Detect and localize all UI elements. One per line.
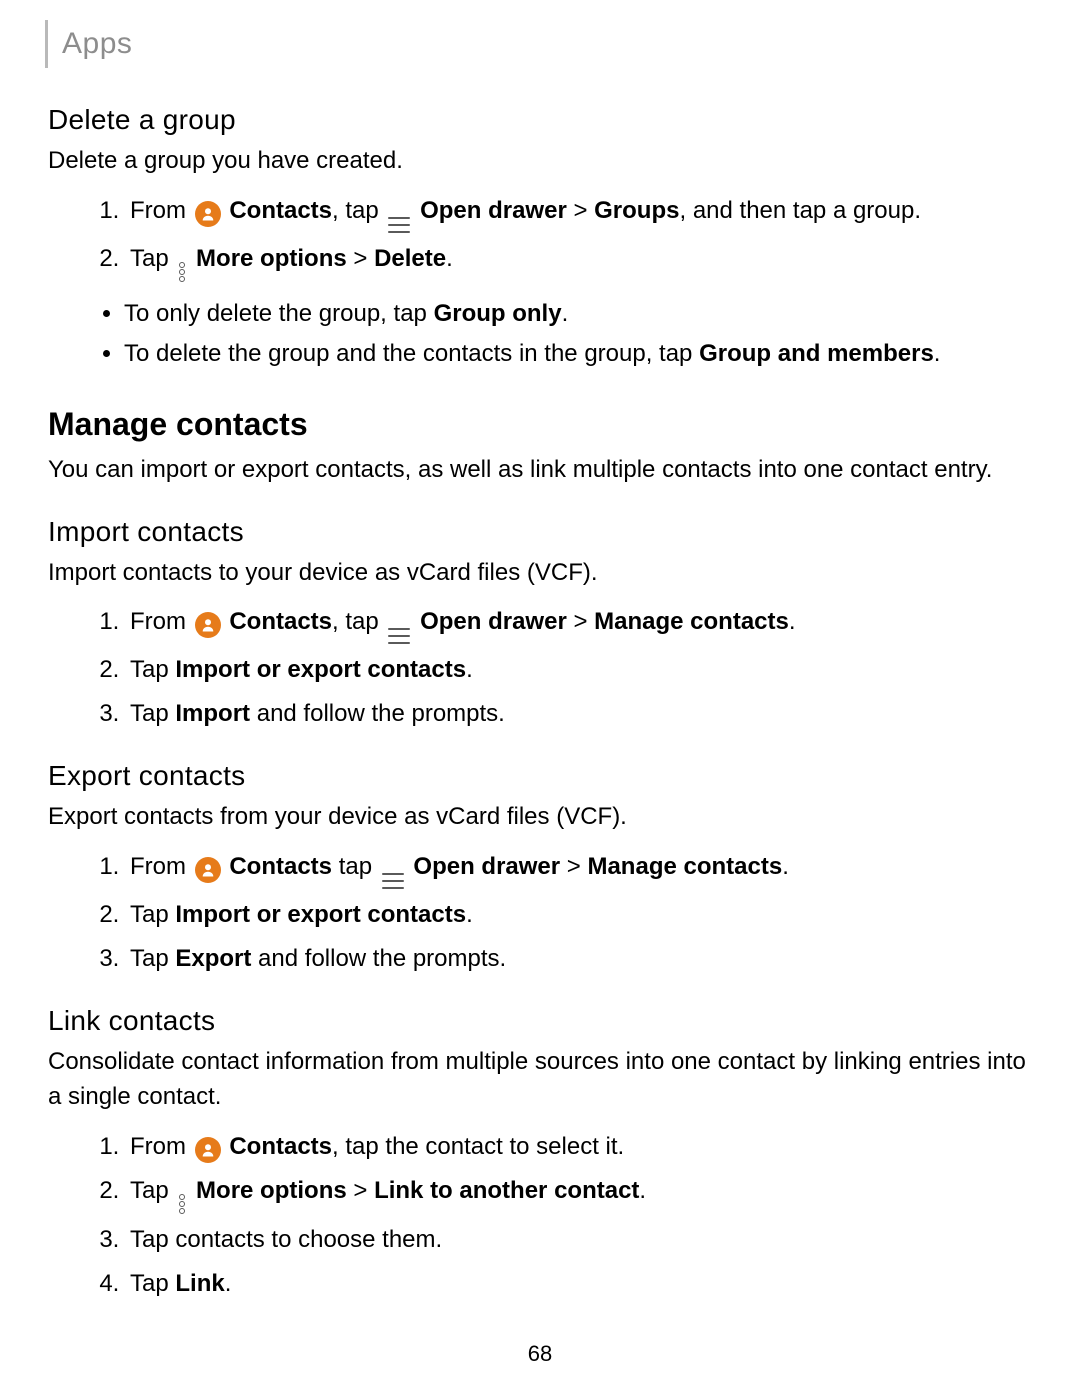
list-item: Tap contacts to choose them. xyxy=(126,1222,1032,1258)
text: From xyxy=(130,197,186,224)
chevron: > xyxy=(353,245,374,272)
text-bold: Import xyxy=(175,700,250,727)
text-bold: Contacts xyxy=(223,197,332,224)
text-bold: Contacts xyxy=(223,1133,332,1160)
list-item: To delete the group and the contacts in … xyxy=(124,336,1032,372)
heading-link-contacts: Link contacts xyxy=(48,1005,1032,1037)
text-bold: Group and members xyxy=(699,340,934,367)
text: . xyxy=(562,300,569,327)
text-bold: More options xyxy=(189,1177,346,1204)
contacts-icon xyxy=(195,612,221,638)
text: . xyxy=(466,901,473,928)
import-intro: Import contacts to your device as vCard … xyxy=(48,556,1032,591)
list-item: Tap Import or export contacts. xyxy=(126,897,1032,933)
text: . xyxy=(782,853,789,880)
text: and follow the prompts. xyxy=(251,945,506,972)
export-intro: Export contacts from your device as vCar… xyxy=(48,800,1032,835)
text-bold: Groups xyxy=(594,197,679,224)
text: From xyxy=(130,853,186,880)
text: Tap xyxy=(130,945,175,972)
text: Tap xyxy=(130,1270,175,1297)
text-bold: Link xyxy=(175,1270,224,1297)
text: To delete the group and the contacts in … xyxy=(124,340,699,367)
delete-group-steps: From Contacts, tap Open drawer > Groups,… xyxy=(48,193,1032,282)
link-intro: Consolidate contact information from mul… xyxy=(48,1045,1032,1115)
text: tap xyxy=(332,853,372,880)
text-bold: Export xyxy=(175,945,251,972)
more-options-icon xyxy=(178,1194,186,1214)
delete-group-bullets: To only delete the group, tap Group only… xyxy=(48,296,1032,372)
page-number: 68 xyxy=(0,1341,1080,1367)
import-steps: From Contacts, tap Open drawer > Manage … xyxy=(48,604,1032,732)
heading-import-contacts: Import contacts xyxy=(48,516,1032,548)
breadcrumb-bar xyxy=(45,20,48,68)
chevron: > xyxy=(573,608,594,635)
text: . xyxy=(225,1270,232,1297)
chevron: > xyxy=(567,853,588,880)
text: . xyxy=(639,1177,646,1204)
text: , and then tap a group. xyxy=(679,197,921,224)
breadcrumb: Apps xyxy=(62,27,132,61)
list-item: Tap More options > Link to another conta… xyxy=(126,1173,1032,1214)
text: , tap xyxy=(332,608,379,635)
text-bold: Open drawer xyxy=(407,853,560,880)
heading-delete-group: Delete a group xyxy=(48,104,1032,136)
hamburger-icon xyxy=(382,873,404,889)
heading-manage-contacts: Manage contacts xyxy=(48,406,1032,443)
text: . xyxy=(446,245,453,272)
text: Tap xyxy=(130,1177,169,1204)
contacts-icon xyxy=(195,201,221,227)
breadcrumb-wrap: Apps xyxy=(48,20,1032,68)
text: . xyxy=(789,608,796,635)
text: Tap xyxy=(130,656,175,683)
text-bold: More options xyxy=(189,245,346,272)
text: From xyxy=(130,608,186,635)
text: , tap the contact to select it. xyxy=(332,1133,624,1160)
text-bold: Open drawer xyxy=(413,197,566,224)
text-bold: Contacts xyxy=(223,853,332,880)
list-item: Tap More options > Delete. xyxy=(126,241,1032,282)
text-bold: Manage contacts xyxy=(594,608,789,635)
text: From xyxy=(130,1133,186,1160)
hamburger-icon xyxy=(388,628,410,644)
list-item: Tap Export and follow the prompts. xyxy=(126,941,1032,977)
list-item: From Contacts, tap the contact to select… xyxy=(126,1129,1032,1165)
text: Tap xyxy=(130,245,169,272)
delete-group-intro: Delete a group you have created. xyxy=(48,144,1032,179)
text-bold: Delete xyxy=(374,245,446,272)
list-item: Tap Link. xyxy=(126,1266,1032,1302)
text: To only delete the group, tap xyxy=(124,300,434,327)
text: . xyxy=(934,340,941,367)
list-item: From Contacts tap Open drawer > Manage c… xyxy=(126,849,1032,889)
more-options-icon xyxy=(178,262,186,282)
contacts-icon xyxy=(195,857,221,883)
manage-intro: You can import or export contacts, as we… xyxy=(48,453,1032,488)
text: , tap xyxy=(332,197,379,224)
list-item: From Contacts, tap Open drawer > Manage … xyxy=(126,604,1032,644)
list-item: Tap Import or export contacts. xyxy=(126,652,1032,688)
text-bold: Contacts xyxy=(223,608,332,635)
text: Tap xyxy=(130,901,175,928)
contacts-icon xyxy=(195,1137,221,1163)
export-steps: From Contacts tap Open drawer > Manage c… xyxy=(48,849,1032,977)
list-item: Tap Import and follow the prompts. xyxy=(126,696,1032,732)
link-steps: From Contacts, tap the contact to select… xyxy=(48,1129,1032,1302)
text-bold: Open drawer xyxy=(413,608,566,635)
chevron: > xyxy=(353,1177,374,1204)
text-bold: Import or export contacts xyxy=(175,656,466,683)
text-bold: Link to another contact xyxy=(374,1177,639,1204)
chevron: > xyxy=(573,197,594,224)
text: and follow the prompts. xyxy=(250,700,505,727)
hamburger-icon xyxy=(388,217,410,233)
text-bold: Import or export contacts xyxy=(175,901,466,928)
heading-export-contacts: Export contacts xyxy=(48,760,1032,792)
list-item: From Contacts, tap Open drawer > Groups,… xyxy=(126,193,1032,233)
list-item: To only delete the group, tap Group only… xyxy=(124,296,1032,332)
text-bold: Manage contacts xyxy=(587,853,782,880)
text-bold: Group only xyxy=(434,300,562,327)
text: . xyxy=(466,656,473,683)
text: Tap xyxy=(130,700,175,727)
